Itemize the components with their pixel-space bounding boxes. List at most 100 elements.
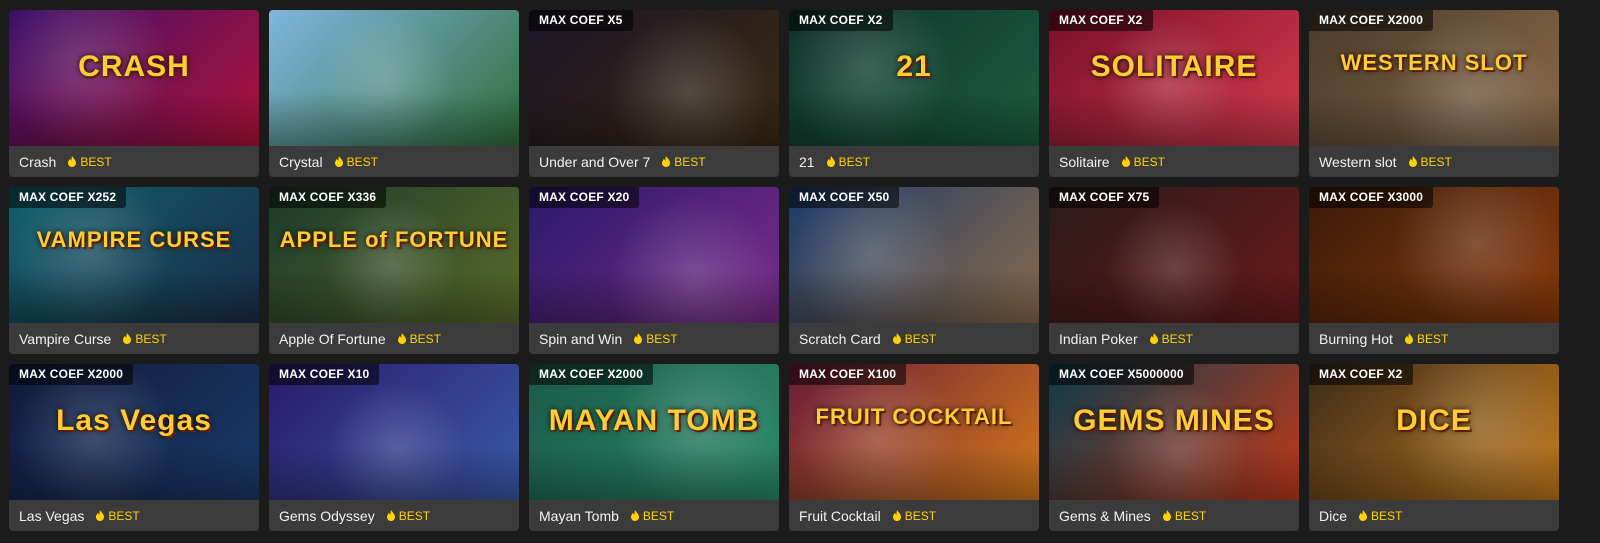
game-card-footer[interactable]: Crash BEST [9, 146, 259, 177]
game-thumbnail[interactable]: MAX COEF X50 [789, 187, 1039, 323]
best-badge: BEST [892, 332, 936, 346]
game-card-footer[interactable]: Las Vegas BEST [9, 500, 259, 531]
game-name: Crystal [279, 153, 323, 170]
game-thumbnail[interactable]: MAX COEF X75 [1049, 187, 1299, 323]
game-card[interactable]: MAX COEF X3000 Burning Hot BEST [1309, 187, 1559, 354]
best-badge: BEST [96, 508, 140, 523]
game-thumbnail[interactable]: MAX COEF X20 [529, 187, 779, 323]
flame-icon [68, 156, 77, 167]
game-thumbnail[interactable]: CRASH [9, 10, 259, 146]
game-logo: CRASH [78, 50, 190, 83]
best-badge: BEST [892, 509, 936, 523]
game-thumbnail[interactable]: VAMPIRE CURSE MAX COEF X252 [9, 187, 259, 323]
game-card-footer[interactable]: Western slot BEST [1309, 146, 1559, 177]
game-thumbnail[interactable]: MAX COEF X3000 [1309, 187, 1559, 323]
best-badge: BEST [1149, 332, 1193, 346]
game-card[interactable]: 21 MAX COEF X2 21 BEST [789, 10, 1039, 177]
game-name: Solitaire [1059, 153, 1110, 170]
game-card-footer[interactable]: Vampire Curse BEST [9, 323, 259, 354]
game-card[interactable]: Crystal BEST [269, 10, 519, 177]
game-card[interactable]: FRUIT COCKTAIL MAX COEF X100 Fruit Cocktai… [789, 364, 1039, 531]
best-badge: BEST [630, 509, 674, 523]
game-thumbnail[interactable]: WESTERN SLOT MAX COEF X2000 [1309, 10, 1559, 146]
flame-icon [1359, 510, 1368, 521]
game-card-footer[interactable]: Under and Over 7 BEST [529, 146, 779, 177]
best-badge: BEST [1404, 332, 1448, 346]
game-name: Crash [19, 153, 57, 170]
game-card-footer[interactable]: 21 BEST [789, 146, 1039, 177]
game-logo: Las Vegas [56, 404, 212, 437]
game-thumbnail[interactable]: Las Vegas MAX COEF X2000 [9, 364, 259, 500]
game-name: Burning Hot [1319, 330, 1393, 347]
game-card[interactable]: GEMS MINES MAX COEF X5000000 Gems & Mines B… [1049, 364, 1299, 531]
game-card[interactable]: APPLE of FORTUNE MAX COEF X336 Apple Of Fo… [269, 187, 519, 354]
flame-icon [397, 333, 406, 344]
game-name: Dice [1319, 507, 1348, 524]
best-badge-label: BEST [346, 154, 378, 169]
max-coef-label: MAX COEF X20 [529, 187, 640, 208]
game-name: Scratch Card [799, 330, 881, 347]
best-badge-label: BEST [1371, 508, 1403, 523]
game-card-footer[interactable]: Apple Of Fortune BEST [269, 323, 519, 354]
game-name: Apple Of Fortune [279, 330, 386, 347]
game-card[interactable]: CRASH Crash BEST [9, 10, 259, 177]
game-name: Gems & Mines [1059, 507, 1151, 524]
game-card[interactable]: MAYAN TOMB MAX COEF X2000 Mayan Tomb BEST [529, 364, 779, 531]
game-card-footer[interactable]: Burning Hot BEST [1309, 323, 1559, 354]
game-thumbnail[interactable]: APPLE of FORTUNE MAX COEF X336 [269, 187, 519, 323]
flame-icon [634, 333, 643, 344]
game-card[interactable]: VAMPIRE CURSE MAX COEF X252 Vampire Curse B… [9, 187, 259, 354]
game-card-footer[interactable]: Crystal BEST [269, 146, 519, 177]
best-badge-label: BEST [108, 508, 140, 523]
game-card-footer[interactable]: Scratch Card BEST [789, 323, 1039, 354]
game-card[interactable]: WESTERN SLOT MAX COEF X2000 Western slot BE… [1309, 10, 1559, 177]
game-logo: 21 [896, 50, 932, 83]
game-thumbnail[interactable]: FRUIT COCKTAIL MAX COEF X100 [789, 364, 1039, 500]
game-card[interactable]: Las Vegas MAX COEF X2000 Las Vegas BEST [9, 364, 259, 531]
game-card-footer[interactable]: Spin and Win BEST [529, 323, 779, 354]
game-card-footer[interactable]: Gems & Mines BEST [1049, 500, 1299, 531]
game-card-footer[interactable]: Solitaire BEST [1049, 146, 1299, 177]
game-card[interactable]: MAX COEF X10 Gems Odyssey BEST [269, 364, 519, 531]
flame-icon [96, 510, 105, 521]
max-coef-label: MAX COEF X5000000 [1049, 364, 1194, 385]
best-badge: BEST [397, 331, 441, 346]
game-name: Indian Poker [1059, 330, 1138, 347]
game-logo: SOLITAIRE [1090, 50, 1258, 83]
game-card-footer[interactable]: Dice BEST [1309, 500, 1559, 531]
game-name: Western slot [1319, 153, 1397, 170]
game-thumbnail[interactable]: MAYAN TOMB MAX COEF X2000 [529, 364, 779, 500]
game-card-footer[interactable]: Mayan Tomb BEST [529, 500, 779, 531]
max-coef-label: MAX COEF X336 [269, 187, 387, 208]
game-thumbnail[interactable] [269, 10, 519, 146]
game-card[interactable]: MAX COEF X75 Indian Poker BEST [1049, 187, 1299, 354]
game-card[interactable]: DICE MAX COEF X2 Dice BEST [1309, 364, 1559, 531]
game-thumbnail[interactable]: SOLITAIRE MAX COEF X2 [1049, 10, 1299, 146]
max-coef-label: MAX COEF X100 [789, 364, 907, 385]
game-thumbnail[interactable]: MAX COEF X10 [269, 364, 519, 500]
flame-icon [1149, 333, 1158, 344]
game-thumbnail[interactable]: DICE MAX COEF X2 [1309, 364, 1559, 500]
game-name: Gems Odyssey [279, 507, 375, 524]
best-badge: BEST [386, 509, 430, 523]
best-badge: BEST [1359, 509, 1402, 523]
game-card[interactable]: MAX COEF X50 Scratch Card BEST [789, 187, 1039, 354]
games-grid: CRASH Crash BEST Crystal BEST MAX COEF X5 Unde… [9, 10, 1559, 531]
game-thumbnail[interactable]: GEMS MINES MAX COEF X5000000 [1049, 364, 1299, 500]
game-card-footer[interactable]: Fruit Cocktail BEST [789, 500, 1039, 531]
game-card[interactable]: SOLITAIRE MAX COEF X2 Solitaire BEST [1049, 10, 1299, 177]
thumbnail-vignette [269, 10, 519, 146]
game-card[interactable]: MAX COEF X20 Spin and Win BEST [529, 187, 779, 354]
game-thumbnail[interactable]: MAX COEF X5 [529, 10, 779, 146]
best-badge: BEST [662, 155, 706, 169]
flame-icon [662, 156, 671, 167]
game-name: Las Vegas [19, 507, 85, 524]
game-thumbnail[interactable]: 21 MAX COEF X2 [789, 10, 1039, 146]
best-badge-label: BEST [409, 331, 441, 346]
best-badge-label: BEST [838, 154, 870, 169]
game-card-footer[interactable]: Gems Odyssey BEST [269, 500, 519, 531]
max-coef-label: MAX COEF X252 [9, 187, 127, 208]
flame-icon [1408, 156, 1417, 167]
game-card-footer[interactable]: Indian Poker BEST [1049, 323, 1299, 354]
game-card[interactable]: MAX COEF X5 Under and Over 7 BEST [529, 10, 779, 177]
